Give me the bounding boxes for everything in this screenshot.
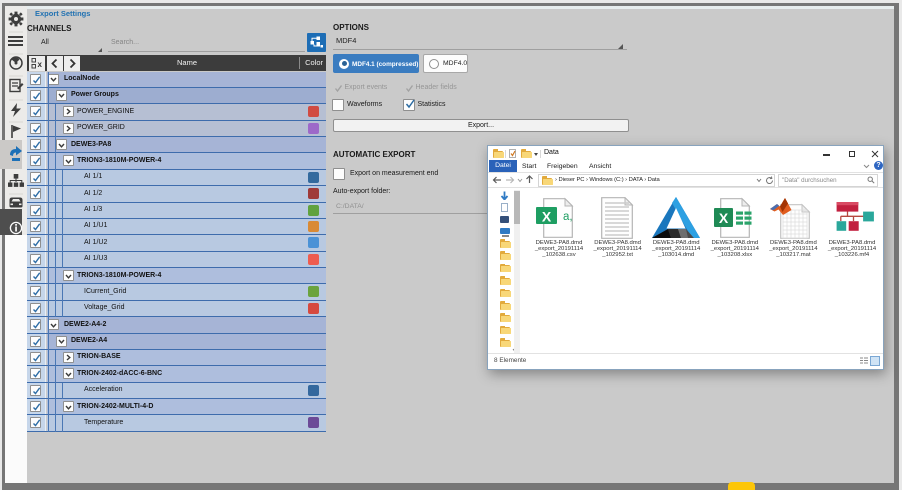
- svg-text:X: X: [542, 209, 552, 225]
- svg-text:X: X: [719, 210, 729, 226]
- svg-text:a,: a,: [563, 211, 573, 223]
- svg-text:x: x: [38, 60, 43, 69]
